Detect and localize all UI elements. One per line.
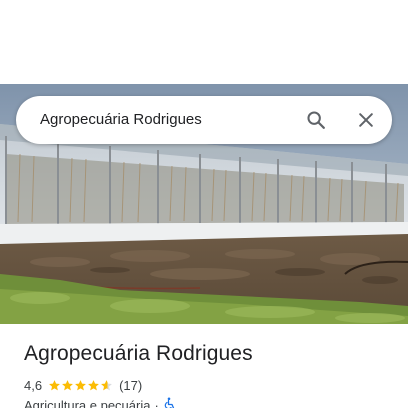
search-icon-glyph [307, 111, 325, 129]
search-input[interactable]: Agropecuária Rodrigues [40, 96, 202, 144]
rating-value: 4,6 [24, 377, 43, 393]
place-category[interactable]: Agricultura e pecuária [24, 398, 150, 408]
star-icon [75, 379, 86, 390]
category-row: Agricultura e pecuária · [24, 396, 175, 408]
close-icon[interactable] [352, 106, 380, 134]
separator: · [154, 397, 159, 408]
place-title: Agropecuária Rodrigues [24, 342, 253, 365]
star-rating [48, 379, 113, 392]
star-icon [62, 379, 73, 390]
close-icon-glyph [359, 113, 373, 127]
wheelchair-icon [163, 397, 175, 408]
maps-place-view: Agropecuária Rodrigues Agropecuária Rodr… [0, 0, 408, 408]
rating-row[interactable]: 4,6 (17) [24, 376, 142, 394]
star-icon [49, 379, 60, 390]
wheelchair-icon-glyph [164, 397, 174, 408]
top-blank-area [0, 0, 408, 84]
search-icon[interactable] [302, 106, 330, 134]
review-count[interactable]: (17) [119, 378, 142, 393]
search-bar[interactable]: Agropecuária Rodrigues [16, 96, 392, 144]
star-icon [101, 379, 112, 390]
star-icon [88, 379, 99, 390]
